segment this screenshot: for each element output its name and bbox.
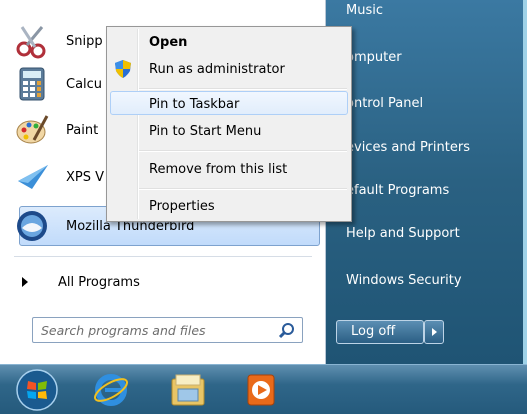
all-programs-button[interactable]: All Programs	[22, 270, 140, 294]
program-xps-viewer[interactable]: XPS V	[14, 159, 104, 195]
right-item-default-programs[interactable]: efault Programs	[346, 183, 449, 198]
search-placeholder: Search programs and files	[41, 323, 206, 338]
all-programs-label: All Programs	[58, 274, 140, 290]
internet-explorer-icon[interactable]	[92, 371, 130, 409]
right-item-control-panel[interactable]: ontrol Panel	[346, 96, 423, 111]
media-player-icon[interactable]	[246, 373, 276, 407]
menu-item-open[interactable]: Open	[149, 35, 187, 50]
program-snipping-tool[interactable]: Snipp	[14, 23, 103, 59]
program-label: Snipp	[66, 33, 103, 49]
menu-item-run-as-admin[interactable]: Run as administrator	[149, 62, 285, 77]
program-label: Paint	[66, 122, 99, 138]
program-label: XPS V	[66, 169, 105, 185]
context-menu-gutter-highlight	[138, 29, 139, 219]
menu-item-remove-from-list[interactable]: Remove from this list	[149, 162, 287, 177]
thunderbird-icon	[17, 211, 47, 241]
taskbar	[0, 364, 527, 414]
log-off-button[interactable]: Log off	[336, 320, 424, 344]
menu-item-pin-to-start[interactable]: Pin to Start Menu	[149, 124, 261, 139]
right-item-help-support[interactable]: Help and Support	[346, 226, 460, 241]
program-calculator[interactable]: Calcu	[14, 66, 102, 102]
shutdown-options-button[interactable]	[424, 320, 444, 344]
start-orb-icon[interactable]	[14, 368, 60, 412]
menu-separator	[139, 188, 347, 190]
right-item-computer[interactable]: omputer	[346, 50, 402, 65]
triangle-right-icon	[22, 277, 28, 287]
paint-palette-icon	[16, 115, 49, 144]
search-input[interactable]: Search programs and files	[32, 317, 303, 343]
desktop-edge	[523, 0, 527, 364]
start-menu-right-pane: Music omputer ontrol Panel evices and Pr…	[326, 0, 523, 364]
uac-shield-icon	[115, 60, 131, 78]
all-programs-divider	[14, 256, 312, 257]
right-item-windows-security[interactable]: Windows Security	[346, 273, 462, 288]
menu-item-properties[interactable]: Properties	[149, 199, 215, 214]
scissors-icon	[16, 26, 46, 59]
menu-separator	[139, 150, 347, 152]
context-menu: Open Run as administrator Pin to Taskbar…	[106, 26, 352, 222]
calculator-icon	[19, 67, 45, 101]
xps-viewer-icon	[18, 165, 48, 189]
menu-item-pin-to-taskbar[interactable]: Pin to Taskbar	[149, 97, 239, 112]
right-item-music[interactable]: Music	[346, 3, 383, 18]
menu-separator	[139, 88, 347, 90]
file-explorer-icon[interactable]	[168, 371, 208, 409]
program-label: Calcu	[66, 76, 103, 92]
program-paint[interactable]: Paint	[14, 112, 98, 148]
right-item-devices-printers[interactable]: evices and Printers	[346, 140, 470, 155]
search-icon[interactable]	[278, 322, 296, 340]
